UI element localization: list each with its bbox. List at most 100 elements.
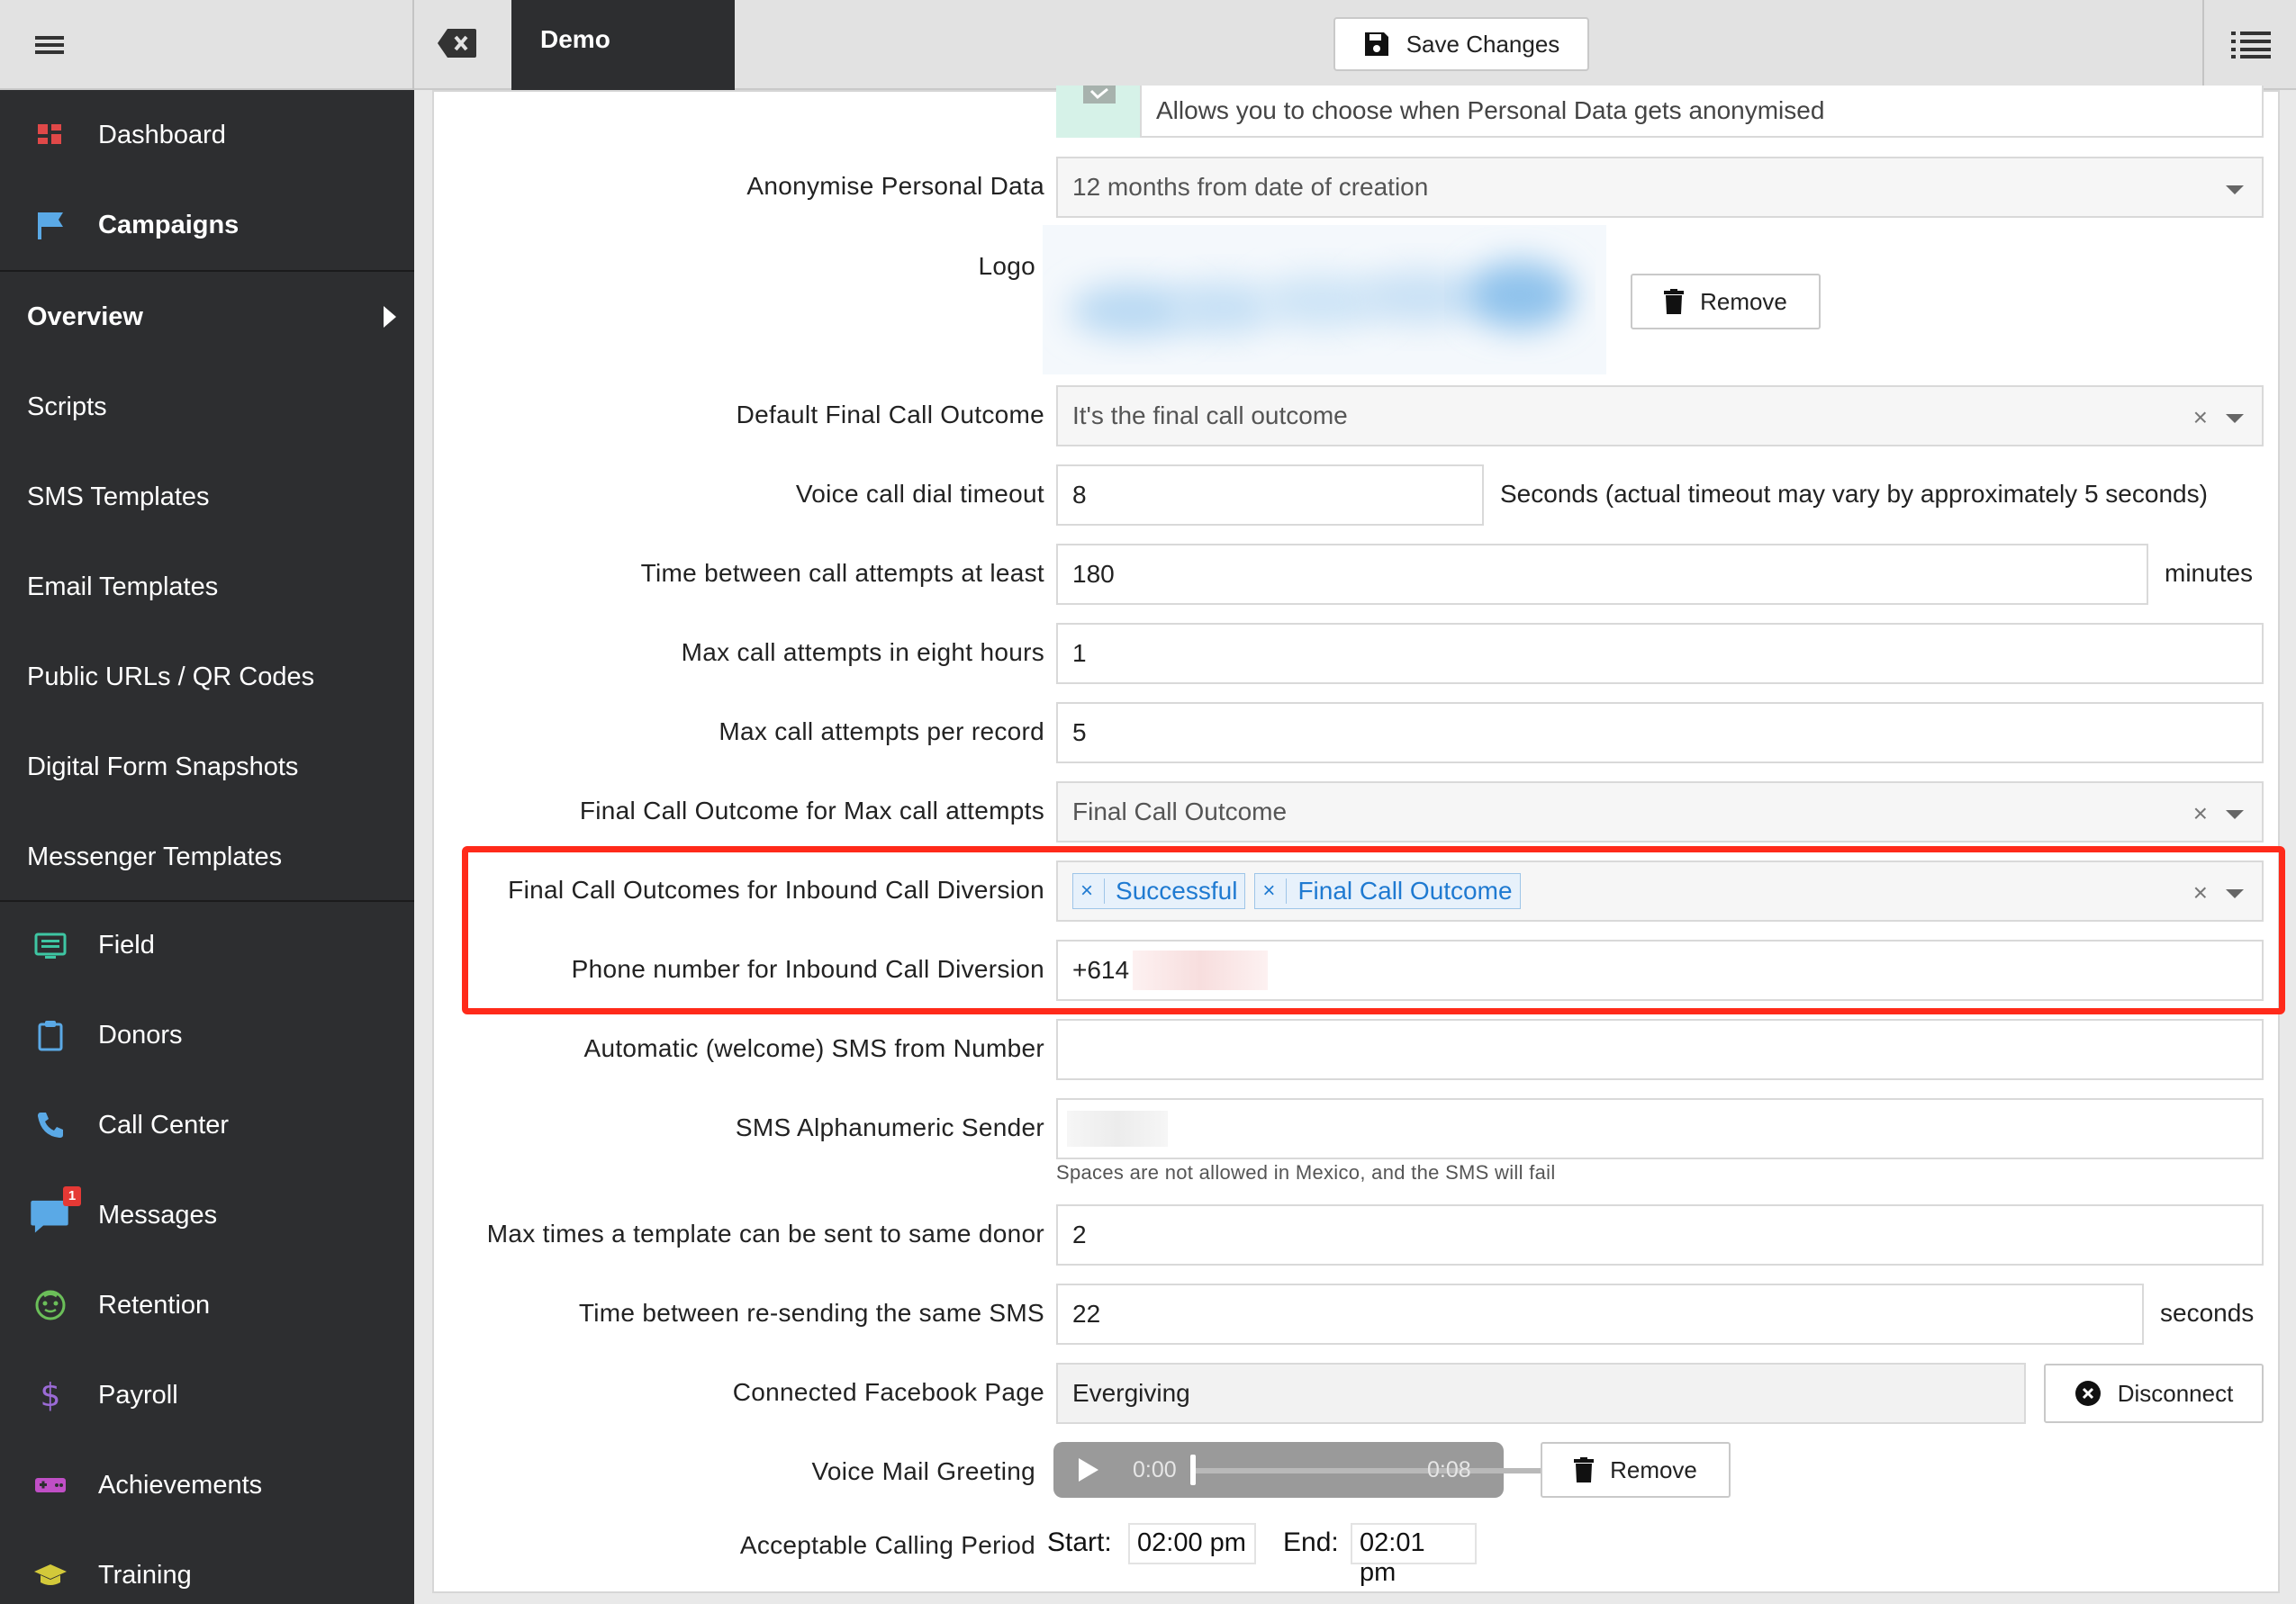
audio-duration: 0:08: [1427, 1457, 1471, 1482]
hamburger-icon-line: [35, 50, 64, 54]
audio-current-time: 0:00: [1133, 1457, 1177, 1482]
sidebar-item-dashboard[interactable]: Dashboard: [0, 90, 414, 180]
voicemail-label: Voice Mail Greeting: [811, 1457, 1035, 1485]
gamepad-icon: [35, 1478, 66, 1492]
svg-text:$: $: [41, 1377, 61, 1413]
max-per-record-label: Max call attempts per record: [719, 717, 1044, 745]
alpha-sender-label: SMS Alphanumeric Sender: [735, 1113, 1044, 1141]
face-icon: [35, 1290, 66, 1320]
clipboard-icon: [38, 1021, 63, 1051]
floppy-disk-icon: [1364, 32, 1388, 56]
sidebar-item-label: Digital Form Snapshots: [27, 752, 299, 781]
voicemail-audio-player: 0:00 0:08: [1053, 1442, 1568, 1498]
save-changes-button[interactable]: Save Changes: [1333, 17, 1589, 71]
alpha-sender-hint: Spaces are not allowed in Mexico, and th…: [1056, 1161, 1556, 1184]
welcome-sms-input[interactable]: [1056, 1019, 2264, 1080]
default-outcome-label: Default Final Call Outcome: [736, 401, 1044, 428]
checkbox-cell[interactable]: [1056, 86, 1142, 138]
resend-suffix: seconds: [2160, 1299, 2255, 1327]
max-outcome-label: Final Call Outcome for Max call attempts: [579, 797, 1044, 825]
trash-icon: [1664, 289, 1685, 314]
end-label: End:: [1283, 1527, 1339, 1557]
sidebar-item-label: Messenger Templates: [27, 842, 283, 871]
remove-logo-label: Remove: [1700, 287, 1787, 315]
calling-period-label: Acceptable Calling Period: [739, 1531, 1035, 1559]
logo-blur-image: [1070, 261, 1574, 338]
dial-timeout-suffix: Seconds (actual timeout may vary by appr…: [1500, 480, 2208, 508]
anonymise-info-text: Allows you to choose when Personal Data …: [1140, 86, 2264, 138]
sidebar: Dashboard Campaigns Overview Scripts SMS…: [0, 90, 414, 1604]
backspace-icon: [438, 29, 476, 58]
time-between-suffix: minutes: [2165, 559, 2254, 587]
max-template-input[interactable]: 2: [1056, 1204, 2264, 1266]
max-per-record-input[interactable]: 5: [1056, 702, 2264, 763]
clear-icon[interactable]: ×: [2193, 403, 2208, 432]
max-eight-hours-label: Max call attempts in eight hours: [681, 638, 1044, 666]
disconnect-label: Disconnect: [2117, 1379, 2234, 1407]
dial-timeout-label: Voice call dial timeout: [795, 480, 1044, 508]
start-label: Start:: [1047, 1527, 1112, 1557]
top-bar: Demo Save Changes: [0, 0, 2296, 90]
welcome-sms-label: Automatic (welcome) SMS from Number: [583, 1034, 1044, 1062]
play-icon[interactable]: [1077, 1457, 1100, 1482]
dashboard-icon: [38, 124, 61, 144]
monitor-icon: [34, 933, 67, 959]
chevron-down-icon: [2226, 185, 2244, 194]
redacted-sender-text: [1067, 1111, 1168, 1147]
max-outcome-select[interactable]: Final Call Outcome ×: [1056, 781, 2264, 843]
hamburger-icon-line: [35, 43, 64, 47]
max-outcome-value: Final Call Outcome: [1072, 797, 1288, 825]
graduation-cap-icon: [34, 1564, 67, 1585]
disconnect-button[interactable]: Disconnect: [2044, 1364, 2264, 1423]
anonymise-select[interactable]: 12 months from date of creation: [1056, 157, 2264, 218]
anonymise-selected-value: 12 months from date of creation: [1072, 173, 1429, 201]
facebook-page-field: Evergiving: [1056, 1363, 2026, 1424]
audio-seek-bar[interactable]: [1190, 1468, 1568, 1473]
sidebar-item-label: Training: [98, 1560, 192, 1590]
end-time-input[interactable]: 02:01 pm: [1351, 1523, 1477, 1587]
close-tab-button[interactable]: [437, 27, 478, 59]
sidebar-item-label: Campaigns: [98, 210, 240, 239]
chevron-down-icon: [2226, 810, 2244, 819]
phone-icon: [38, 1113, 63, 1138]
sidebar-item-overview[interactable]: Overview: [0, 272, 414, 362]
start-time-input[interactable]: 02:00 pm: [1128, 1523, 1256, 1564]
menu-toggle-button[interactable]: [0, 0, 414, 90]
save-changes-label: Save Changes: [1406, 30, 1560, 58]
outline-toggle-button[interactable]: [2202, 0, 2296, 90]
logo-label: Logo: [978, 252, 1035, 280]
audio-seek-handle[interactable]: [1190, 1455, 1196, 1485]
remove-voicemail-button[interactable]: Remove: [1541, 1442, 1731, 1498]
chevron-down-icon: [2226, 414, 2244, 423]
anonymise-label: Anonymise Personal Data: [746, 172, 1044, 200]
list-icon: [2231, 32, 2271, 59]
hamburger-icon: [35, 36, 64, 40]
chevron-right-icon: [384, 306, 396, 328]
default-outcome-value: It's the final call outcome: [1072, 401, 1348, 429]
sidebar-item-label: Scripts: [27, 392, 107, 421]
resend-input[interactable]: 22: [1056, 1284, 2144, 1345]
time-between-input[interactable]: 180: [1056, 544, 2148, 605]
checkbox-icon: [1083, 86, 1116, 104]
clear-icon[interactable]: ×: [2193, 799, 2208, 828]
flag-icon: [38, 212, 63, 239]
dollar-icon: $: [41, 1377, 61, 1413]
logo-image: [1043, 225, 1606, 374]
close-circle-icon: [2075, 1381, 2101, 1406]
facebook-label: Connected Facebook Page: [732, 1378, 1044, 1406]
remove-logo-button[interactable]: Remove: [1631, 274, 1821, 329]
time-between-label: Time between call attempts at least: [640, 559, 1044, 587]
highlight-box: [462, 846, 2285, 1014]
max-eight-hours-input[interactable]: 1: [1056, 623, 2264, 684]
resend-label: Time between re-sending the same SMS: [578, 1299, 1044, 1327]
max-template-label: Max times a template can be sent to same…: [486, 1220, 1044, 1248]
sidebar-item-label: Overview: [27, 302, 143, 331]
dial-timeout-input[interactable]: 8: [1056, 464, 1484, 526]
sidebar-item-label: Dashboard: [98, 120, 226, 149]
messages-count-badge: 1: [63, 1186, 81, 1206]
trash-icon: [1574, 1457, 1595, 1482]
default-outcome-select[interactable]: It's the final call outcome ×: [1056, 385, 2264, 446]
alpha-sender-input[interactable]: [1056, 1098, 2264, 1159]
remove-voicemail-label: Remove: [1610, 1455, 1697, 1483]
tab-demo[interactable]: Demo: [511, 0, 735, 90]
